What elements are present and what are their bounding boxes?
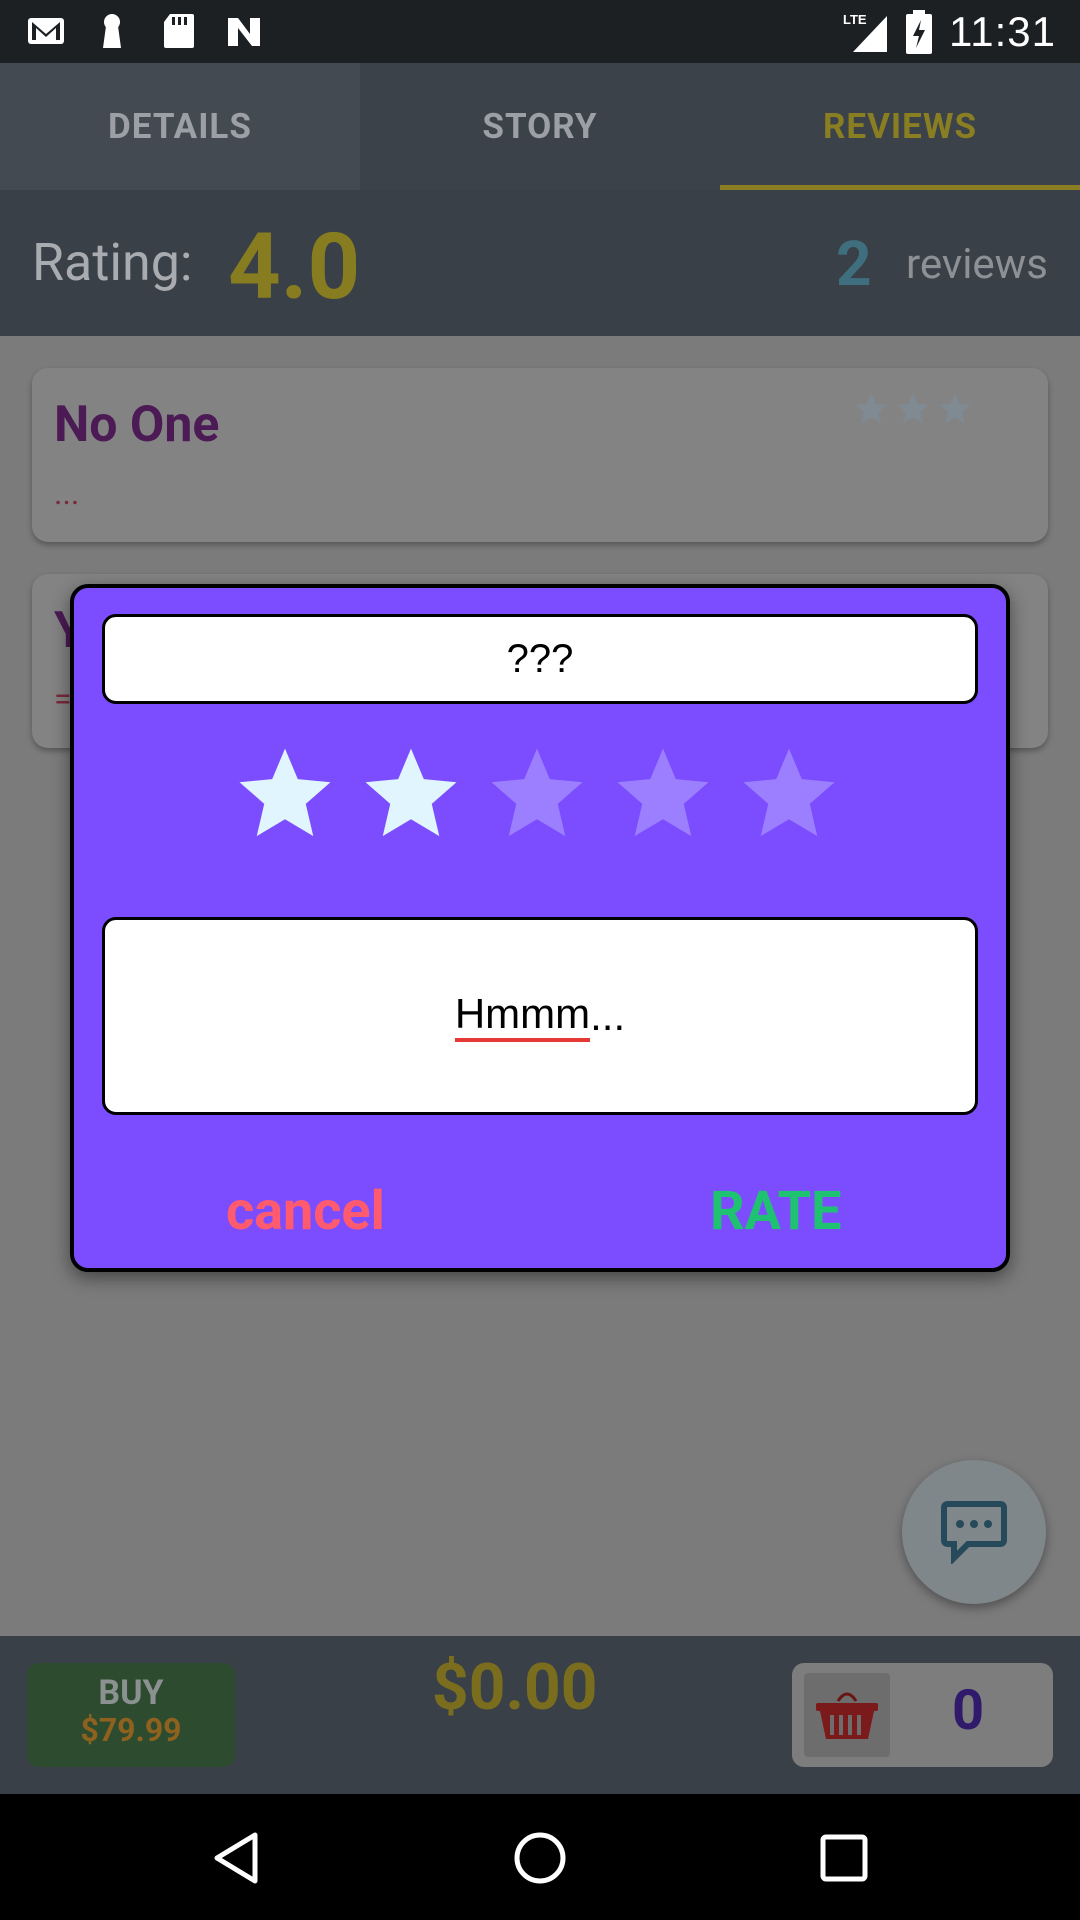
buy-price: $79.99: [80, 1711, 182, 1749]
clock: 11:31: [949, 8, 1056, 55]
n-logo-icon: [228, 18, 260, 46]
star-filled-icon[interactable]: [358, 742, 464, 848]
battery-charging-icon: [906, 10, 932, 54]
star-icon: [897, 393, 929, 424]
rating-value: 4.0: [228, 214, 361, 321]
chat-fab-button[interactable]: [902, 1460, 1046, 1604]
gmail-icon: [28, 18, 64, 44]
review-title-input[interactable]: ???: [102, 614, 978, 704]
rate-button[interactable]: RATE: [710, 1180, 841, 1243]
reviewer-name: No One: [54, 396, 220, 454]
star-empty-icon[interactable]: [736, 742, 842, 848]
back-triangle-icon: [214, 1832, 258, 1884]
cart-total: $0.00: [432, 1650, 598, 1725]
cart-button[interactable]: 0: [792, 1663, 1053, 1767]
star-empty-icon[interactable]: [484, 742, 590, 848]
cancel-button[interactable]: cancel: [226, 1180, 385, 1243]
sd-card-icon: [164, 14, 194, 48]
rating-label: Rating:: [32, 232, 193, 293]
lte-signal-icon: LTE: [843, 12, 887, 52]
rating-bar[interactable]: [232, 742, 842, 848]
navigation-bar: [0, 1794, 1080, 1920]
review-text-input[interactable]: Hmmm...: [102, 917, 978, 1115]
cart-count: 0: [952, 1677, 985, 1743]
recents-square-icon: [820, 1834, 868, 1882]
buy-button[interactable]: BUY $79.99: [27, 1663, 235, 1767]
svg-text:LTE: LTE: [843, 12, 867, 27]
recents-nav-button[interactable]: [812, 1826, 876, 1890]
review-count: 2: [836, 228, 872, 301]
review-stars: [852, 390, 974, 428]
tab-bar: DETAILS STORY REVIEWS: [0, 63, 1080, 190]
star-icon: [855, 393, 887, 424]
review-comment: ...: [54, 474, 80, 512]
review-count-label: reviews: [906, 240, 1048, 289]
back-nav-button[interactable]: [204, 1826, 268, 1890]
star-filled-icon[interactable]: [232, 742, 338, 848]
star-empty-icon[interactable]: [610, 742, 716, 848]
basket-icon: [804, 1673, 890, 1757]
review-comment: =: [54, 680, 72, 718]
buy-label: BUY: [98, 1673, 164, 1713]
tab-reviews[interactable]: REVIEWS: [720, 63, 1080, 190]
review-card[interactable]: No One ...: [32, 368, 1048, 542]
review-text-suffix: ...: [590, 992, 626, 1039]
tab-details[interactable]: DETAILS: [0, 63, 360, 190]
home-nav-button[interactable]: [508, 1826, 572, 1890]
tab-story[interactable]: STORY: [360, 63, 720, 190]
keyhole-icon: [103, 14, 121, 48]
chat-bubble-icon: [941, 1501, 1007, 1564]
home-circle-icon: [514, 1832, 566, 1884]
star-icon: [939, 393, 971, 424]
status-bar: LTE 11:31: [0, 0, 1080, 63]
review-text-spellcheck: Hmmm: [454, 990, 591, 1042]
